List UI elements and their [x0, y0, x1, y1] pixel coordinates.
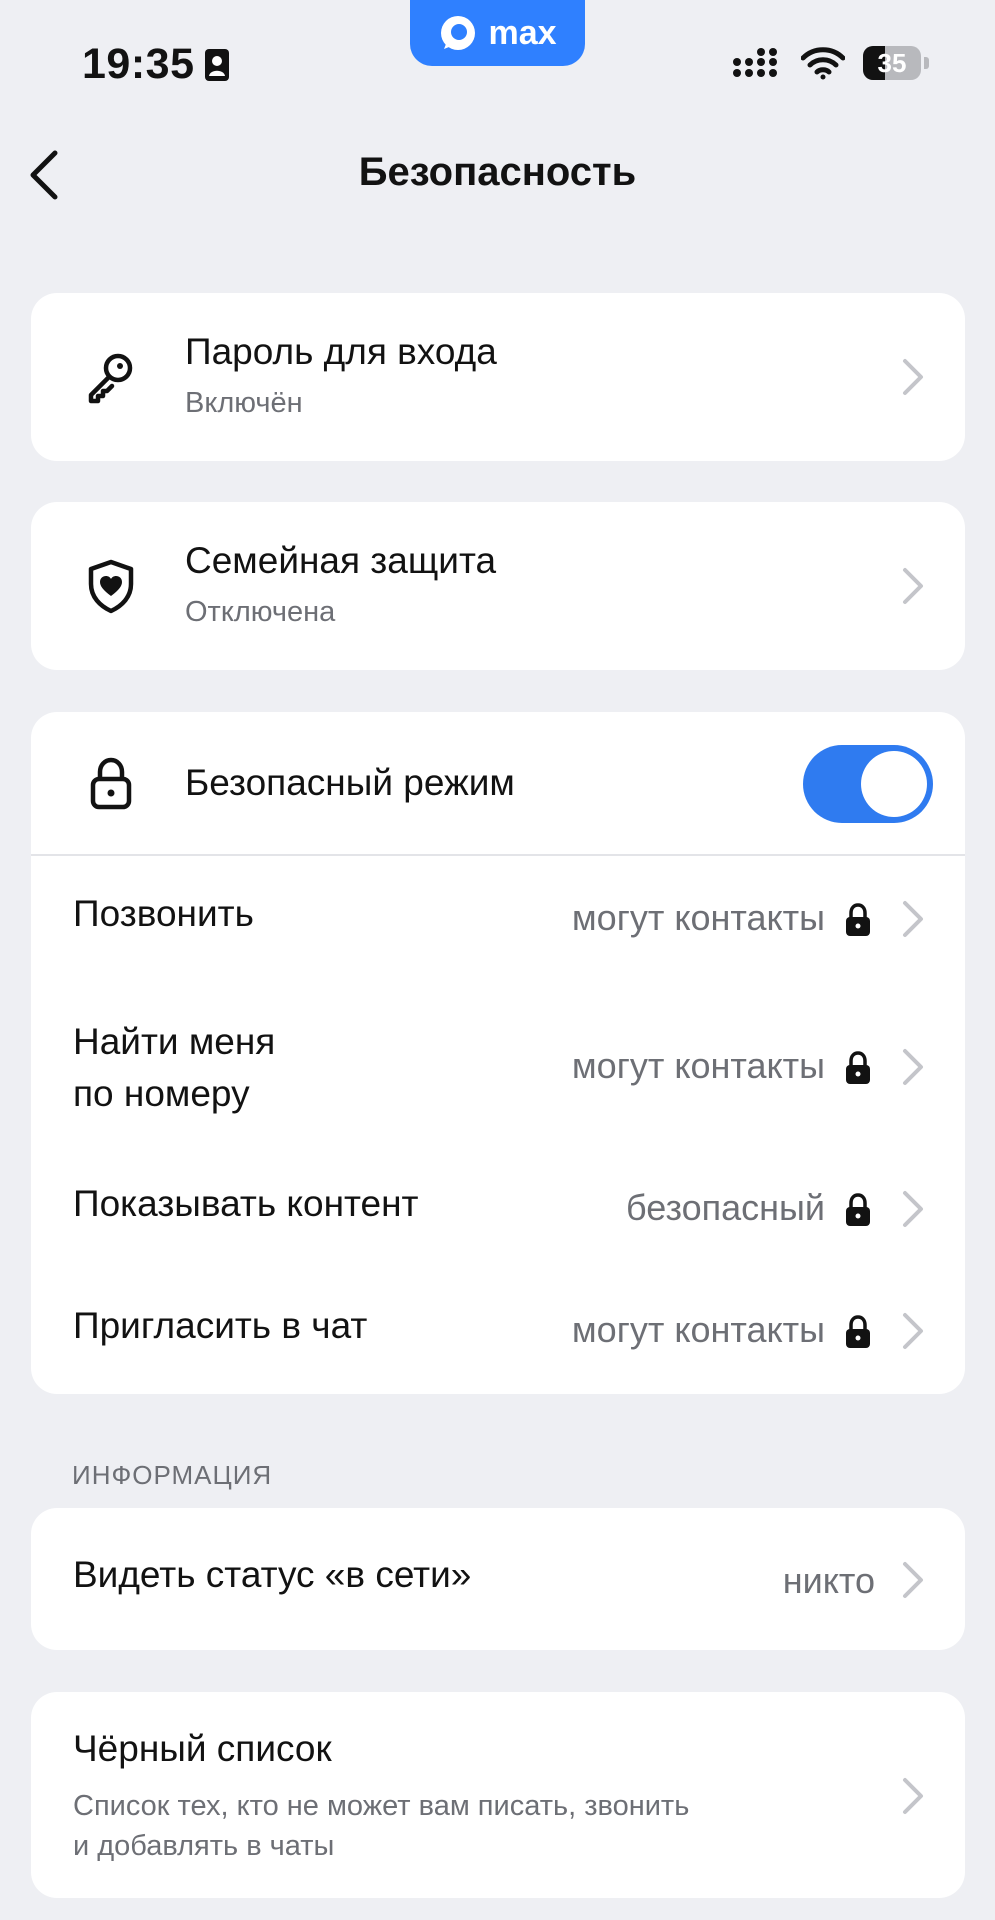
find-by-number-label-line1: Найти меня — [73, 1021, 276, 1062]
max-logo-icon — [441, 16, 476, 50]
password-status: Включён — [185, 387, 303, 419]
lock-icon — [846, 1051, 870, 1084]
blacklist-description-line2: и добавлять в чаты — [73, 1830, 335, 1862]
lock-icon — [846, 1315, 870, 1348]
password-card: Пароль для входа Включён — [31, 293, 965, 461]
cellular-signal-icon — [733, 48, 777, 77]
show-content-row[interactable]: Показывать контент безопасный — [31, 1149, 965, 1271]
find-by-number-value: могут контакты — [571, 1045, 825, 1086]
call-permission-label: Позвонить — [73, 893, 254, 934]
online-status-label: Видеть статус «в сети» — [73, 1554, 472, 1595]
shield-heart-icon — [81, 556, 141, 616]
chevron-right-icon — [903, 1562, 923, 1598]
find-by-number-label-line2: по номеру — [73, 1073, 250, 1114]
online-status-row[interactable]: Видеть статус «в сети» никто — [31, 1508, 965, 1650]
chevron-right-icon — [903, 1313, 923, 1349]
status-bar: 19:35 max 35 — [0, 0, 995, 130]
app-indicator-label: max — [488, 13, 557, 52]
status-indicators: 35 — [731, 46, 929, 80]
key-icon — [81, 347, 141, 407]
call-permission-value: могут контакты — [571, 897, 825, 938]
chevron-right-icon — [903, 568, 923, 604]
lock-icon — [846, 1193, 870, 1226]
chevron-right-icon — [903, 359, 923, 395]
chevron-right-icon — [903, 1191, 923, 1227]
status-time-text: 19:35 — [82, 40, 195, 88]
invite-to-chat-row[interactable]: Пригласить в чат могут контакты — [31, 1271, 965, 1394]
app-indicator-pill[interactable]: max — [410, 0, 585, 66]
blacklist-row[interactable]: Чёрный список Список тех, кто не может в… — [31, 1692, 965, 1898]
battery-level: 35 — [877, 48, 907, 78]
safe-mode-title: Безопасный режим — [185, 762, 515, 803]
navigation-bar: Безопасность — [0, 130, 995, 220]
page-title: Безопасность — [358, 150, 637, 194]
contact-card-icon — [205, 48, 230, 81]
blacklist-card: Чёрный список Список тех, кто не может в… — [31, 1692, 965, 1898]
status-time: 19:35 — [82, 40, 230, 89]
online-status-card: Видеть статус «в сети» никто — [31, 1508, 965, 1650]
info-section-header: ИНФОРМАЦИЯ — [72, 1460, 273, 1490]
invite-to-chat-value: могут контакты — [571, 1309, 825, 1350]
wifi-icon — [801, 47, 845, 80]
chevron-right-icon — [903, 901, 923, 937]
online-status-value: никто — [782, 1560, 875, 1601]
password-title: Пароль для входа — [185, 331, 497, 372]
chevron-right-icon — [903, 1778, 923, 1814]
show-content-value: безопасный — [626, 1187, 825, 1228]
family-protection-card: Семейная защита Отключена — [31, 502, 965, 670]
chevron-right-icon — [903, 1049, 923, 1085]
call-permission-row[interactable]: Позвонить могут контакты — [31, 855, 965, 983]
invite-to-chat-label: Пригласить в чат — [73, 1305, 368, 1346]
safe-mode-card: Безопасный режим Позвонить могут контакт… — [31, 712, 965, 1394]
password-row[interactable]: Пароль для входа Включён — [31, 293, 965, 461]
toggle-knob — [861, 751, 927, 817]
blacklist-title: Чёрный список — [73, 1728, 332, 1769]
lock-icon — [81, 753, 141, 813]
safe-mode-toggle[interactable] — [803, 745, 933, 823]
find-by-number-row[interactable]: Найти меня по номеру могут контакты — [31, 983, 965, 1149]
battery-indicator: 35 — [863, 46, 929, 80]
family-protection-title: Семейная защита — [185, 540, 497, 581]
safe-mode-row: Безопасный режим — [31, 712, 965, 854]
family-protection-row[interactable]: Семейная защита Отключена — [31, 502, 965, 670]
lock-icon — [846, 903, 870, 936]
family-protection-status: Отключена — [185, 596, 336, 628]
blacklist-description-line1: Список тех, кто не может вам писать, зво… — [73, 1790, 690, 1822]
show-content-label: Показывать контент — [73, 1183, 419, 1224]
